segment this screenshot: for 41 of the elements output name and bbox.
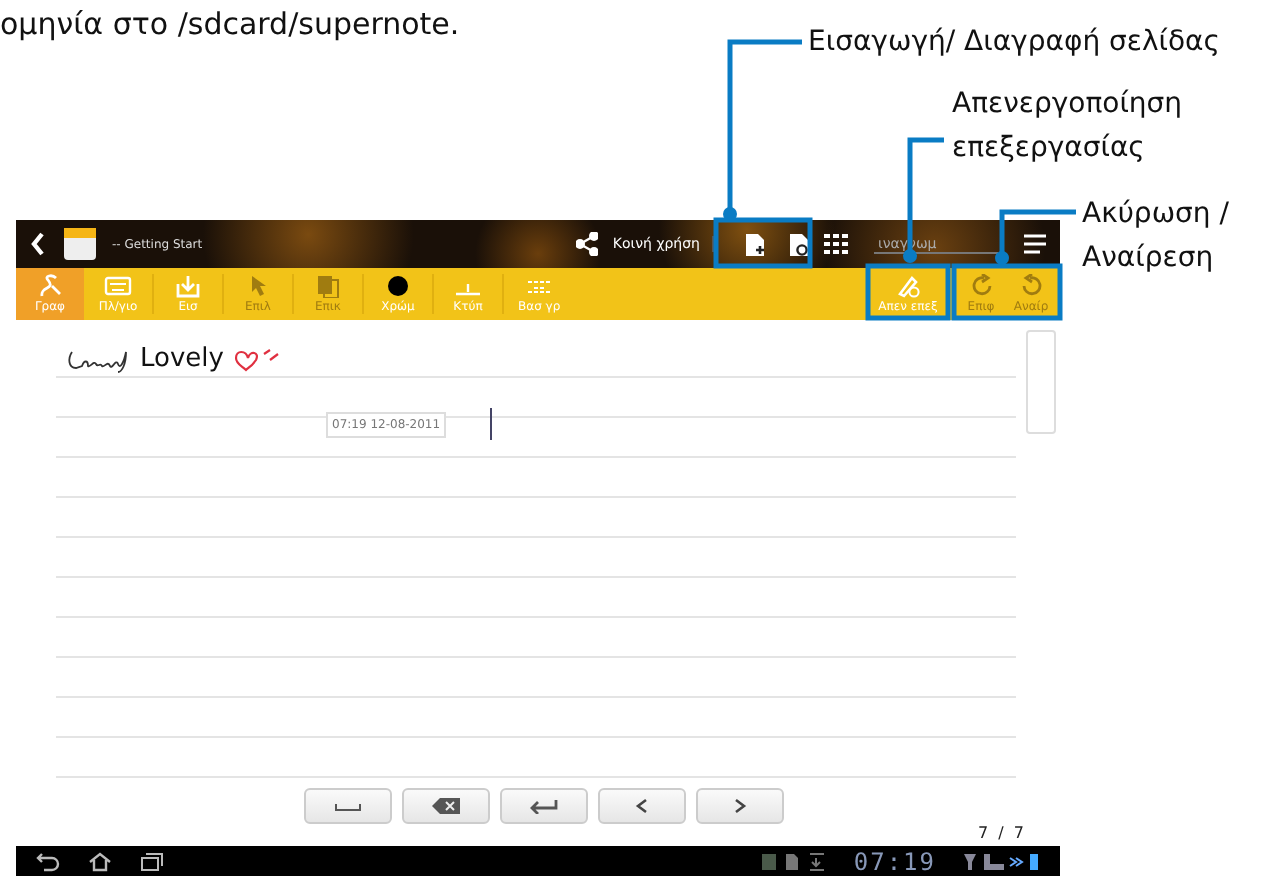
handwriting-drawing xyxy=(64,346,132,374)
back-icon[interactable] xyxy=(28,230,48,258)
page-counter: 7 / 7 xyxy=(977,824,1024,842)
keyboard-key[interactable] xyxy=(402,788,490,824)
share-icon[interactable] xyxy=(576,232,599,256)
highlight-frame xyxy=(951,263,1063,321)
keyboard-icon xyxy=(104,274,132,298)
notification-icons xyxy=(761,851,826,871)
redo-icon xyxy=(967,274,995,298)
delete-page-icon[interactable] xyxy=(788,231,810,257)
pen-off-icon xyxy=(894,274,922,298)
text-cursor xyxy=(490,408,493,440)
back-icon[interactable] xyxy=(36,851,60,871)
typed-text: Lovely xyxy=(140,344,224,374)
enter-icon xyxy=(530,798,558,814)
callout-label: Απενεργοποίηση επεξεργασίας xyxy=(952,86,1183,168)
color-dot-icon xyxy=(384,274,412,298)
keyboard-key[interactable] xyxy=(304,788,392,824)
instruction-text: ομηνία στο /sdcard/supernote. xyxy=(0,4,460,42)
add-page-icon[interactable] xyxy=(744,231,766,257)
undo-icon xyxy=(1017,274,1045,298)
status-clock: 07:19 xyxy=(853,847,936,875)
callout-label: Εισαγωγή/ Διαγραφή σελίδας xyxy=(808,24,1220,62)
home-icon[interactable] xyxy=(88,851,112,871)
recent-apps-icon[interactable] xyxy=(140,851,164,871)
insert-icon xyxy=(174,274,202,298)
space-icon xyxy=(334,798,362,814)
callout-label: Ακύρωση / Αναίρεση xyxy=(1082,196,1229,278)
leader-line xyxy=(995,209,1076,265)
notebook-icon xyxy=(62,226,98,262)
pen-icon xyxy=(36,274,64,298)
heart-doodle-icon xyxy=(231,346,280,374)
menu-icon[interactable] xyxy=(1024,233,1048,255)
backspace-icon xyxy=(432,798,460,814)
grid-icon[interactable] xyxy=(824,234,848,254)
keyboard-key[interactable] xyxy=(500,788,588,824)
highlight-frame xyxy=(865,263,951,321)
scrollbar-thumb[interactable] xyxy=(1026,330,1056,434)
status-icons xyxy=(964,851,1040,871)
highlight-frame xyxy=(713,217,813,269)
paste-icon xyxy=(314,274,342,298)
